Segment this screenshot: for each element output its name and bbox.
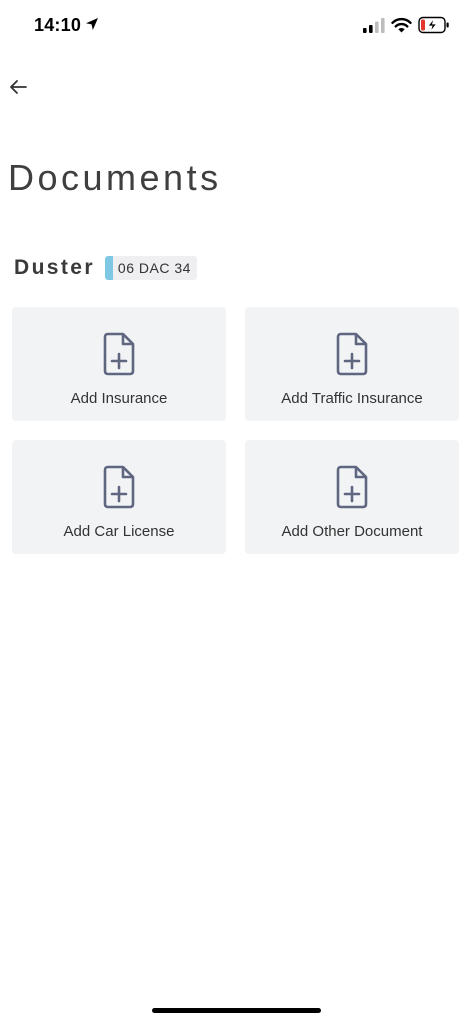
back-button[interactable] bbox=[4, 73, 32, 101]
plate-number: 06 DAC 34 bbox=[117, 260, 191, 276]
wifi-icon bbox=[391, 17, 412, 33]
vehicle-info: Duster 06 DAC 34 bbox=[14, 255, 197, 281]
battery-charging-icon bbox=[418, 16, 449, 34]
plate-color-strip bbox=[104, 256, 113, 280]
cellular-signal-icon bbox=[363, 18, 385, 33]
home-indicator[interactable] bbox=[152, 1008, 321, 1013]
card-label: Add Other Document bbox=[281, 523, 423, 540]
status-time: 14:10 bbox=[34, 15, 82, 35]
location-arrow-icon bbox=[86, 18, 98, 30]
file-plus-icon bbox=[103, 465, 135, 509]
add-other-document-button[interactable]: Add Other Document bbox=[245, 440, 459, 554]
page-title: Documents bbox=[8, 157, 222, 198]
file-plus-icon bbox=[103, 332, 135, 376]
vehicle-name: Duster bbox=[14, 256, 95, 279]
card-label: Add Traffic Insurance bbox=[281, 390, 423, 407]
file-plus-icon bbox=[336, 465, 368, 509]
status-bar: 14:10 bbox=[0, 0, 473, 54]
arrow-left-icon bbox=[10, 80, 27, 94]
add-insurance-button[interactable]: Add Insurance bbox=[12, 307, 226, 421]
license-plate-badge: 06 DAC 34 bbox=[104, 256, 197, 280]
add-traffic-insurance-button[interactable]: Add Traffic Insurance bbox=[245, 307, 459, 421]
document-cards-grid: Add Insurance Add Traffic Insurance Add … bbox=[12, 307, 459, 554]
add-car-license-button[interactable]: Add Car License bbox=[12, 440, 226, 554]
file-plus-icon bbox=[336, 332, 368, 376]
card-label: Add Insurance bbox=[70, 390, 168, 407]
card-label: Add Car License bbox=[63, 523, 175, 540]
